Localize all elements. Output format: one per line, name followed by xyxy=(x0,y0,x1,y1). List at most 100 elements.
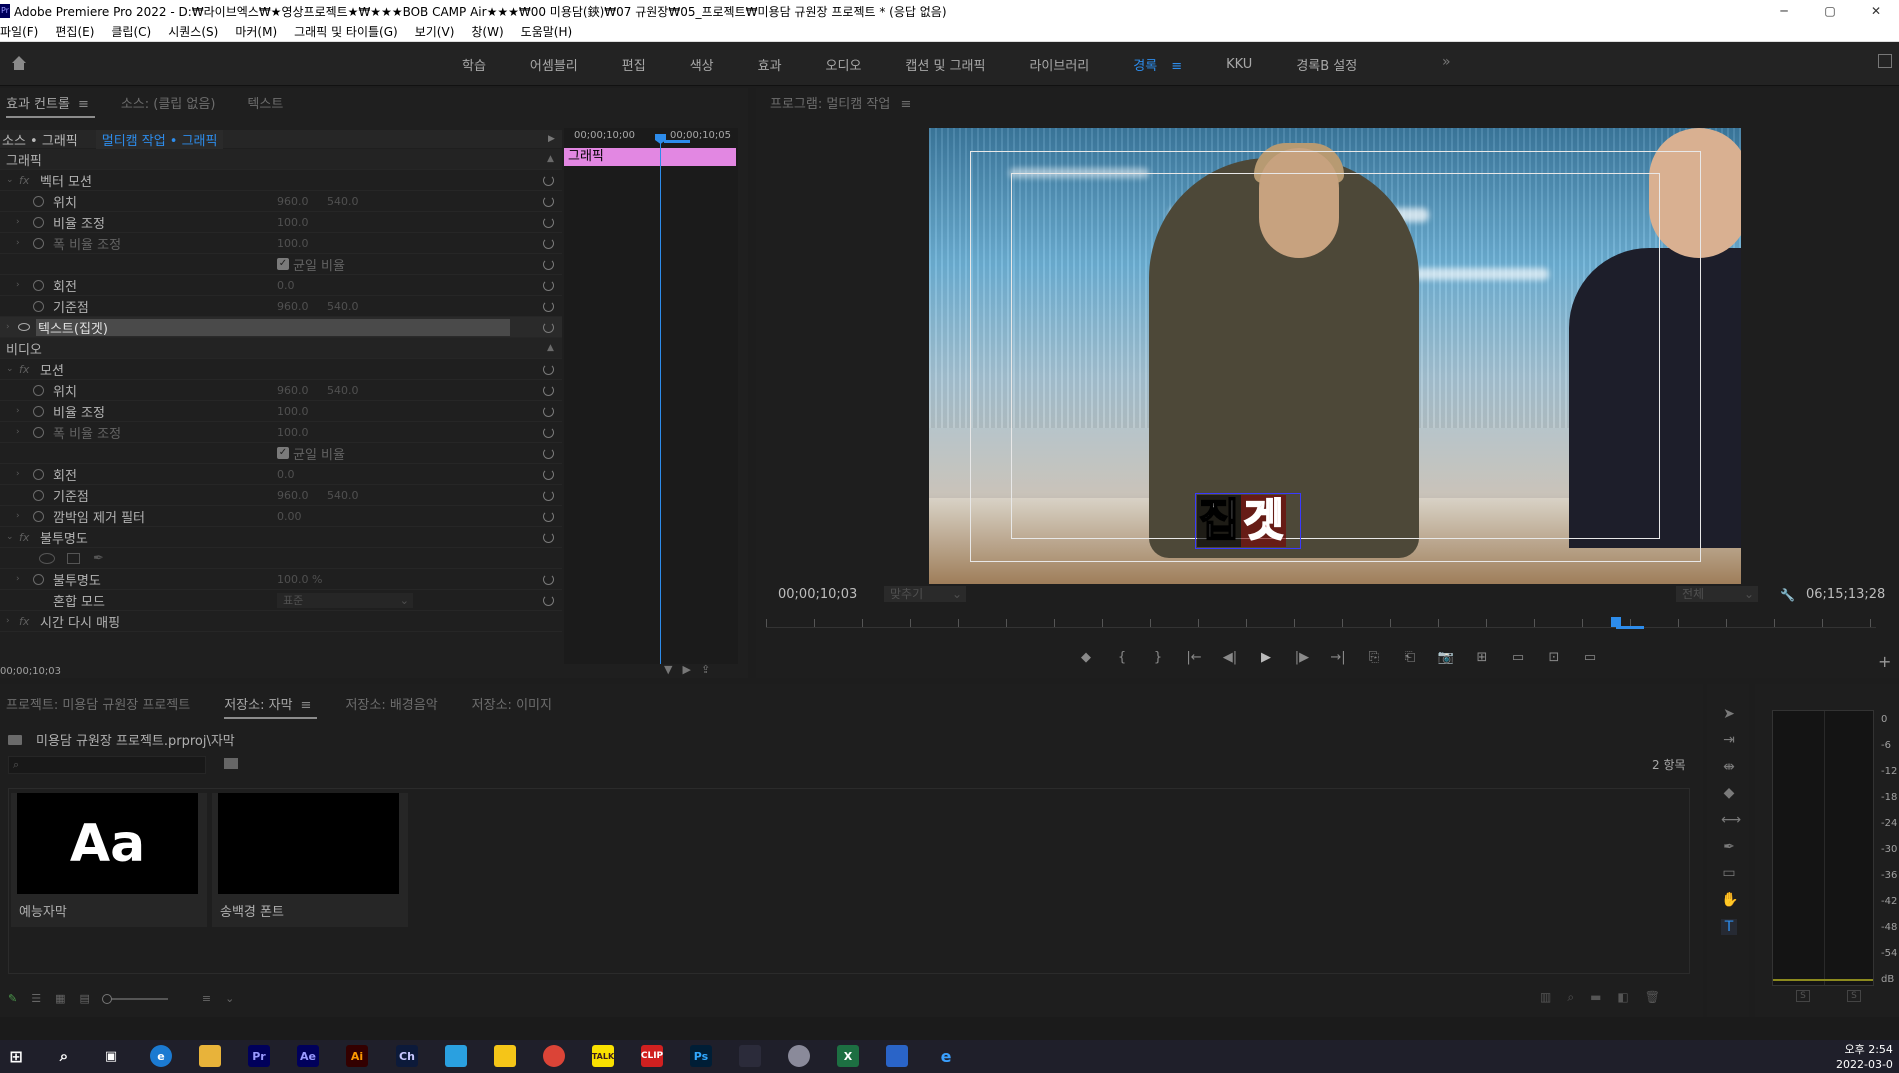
pen-tool-icon[interactable]: ✒ xyxy=(1721,839,1737,855)
home-icon[interactable] xyxy=(10,54,28,72)
razor-tool-icon[interactable]: ◆ xyxy=(1721,785,1737,801)
tab-text[interactable]: 텍스트 xyxy=(241,93,289,112)
stopwatch-icon[interactable] xyxy=(33,216,44,228)
opacity-value[interactable]: 100.0 % xyxy=(277,573,322,586)
export-frame-button[interactable]: 📷 xyxy=(1436,650,1456,665)
collapse-icon[interactable]: ▲ xyxy=(547,154,554,164)
anchor-x-value[interactable]: 960.0 xyxy=(277,489,309,502)
selection-tool-icon[interactable]: ➤ xyxy=(1721,706,1737,722)
tab-bin-images[interactable]: 저장소: 이미지 xyxy=(466,694,558,713)
share-icon[interactable] xyxy=(1878,54,1892,68)
sticky-notes-icon[interactable] xyxy=(494,1045,516,1067)
fx-icon[interactable]: fx xyxy=(19,615,29,628)
reset-icon[interactable] xyxy=(543,510,554,522)
menu-window[interactable]: 창(W) xyxy=(471,23,511,40)
solo-right-button[interactable]: S xyxy=(1847,990,1861,1002)
reset-icon[interactable] xyxy=(543,363,554,375)
freeform-view-icon[interactable]: ▤ xyxy=(80,992,90,1005)
workspace-tab-assembly[interactable]: 어셈블리 xyxy=(530,55,578,74)
rectangle-mask-icon[interactable] xyxy=(67,552,80,564)
menu-edit[interactable]: 편집(E) xyxy=(55,23,102,40)
reset-icon[interactable] xyxy=(543,468,554,480)
menu-file[interactable]: 파일(F) xyxy=(0,23,46,40)
expand-icon[interactable]: ⌄ xyxy=(6,175,14,185)
reset-icon[interactable] xyxy=(543,237,554,249)
bin-item[interactable]: Aa 예능자막 xyxy=(11,793,207,927)
photoshop-icon[interactable]: Ps xyxy=(690,1045,712,1067)
multi-camera-button[interactable]: ⊡ xyxy=(1544,650,1564,665)
icon-view-icon[interactable]: ▦ xyxy=(55,992,65,1005)
app-icon[interactable] xyxy=(445,1045,467,1067)
anchor-y-value[interactable]: 540.0 xyxy=(327,489,359,502)
reset-icon[interactable] xyxy=(543,216,554,228)
find-icon[interactable]: ⌕ xyxy=(1567,990,1574,1005)
reset-icon[interactable] xyxy=(543,300,554,312)
graphic-clip[interactable]: 그래픽 xyxy=(564,148,736,166)
chrome-icon[interactable] xyxy=(543,1045,565,1067)
go-to-in-button[interactable]: |← xyxy=(1184,650,1204,665)
tab-project[interactable]: 프로젝트: 미용담 규원장 프로젝트 xyxy=(0,694,196,713)
premiere-taskbar-icon[interactable]: Pr xyxy=(248,1045,270,1067)
uniform-scale-checkbox[interactable]: ✓ xyxy=(277,447,289,459)
expand-icon[interactable]: › xyxy=(16,469,20,479)
pen-mask-icon[interactable]: ✒ xyxy=(93,551,104,566)
quality-dropdown[interactable]: 전체 ⌄ xyxy=(1676,586,1758,602)
item-label[interactable]: 예능자막 xyxy=(19,901,67,920)
new-item-icon[interactable]: ◧ xyxy=(1617,990,1628,1005)
comparison-view-button[interactable]: ⊞ xyxy=(1472,650,1492,665)
sort-icon[interactable]: ≡ xyxy=(202,992,211,1005)
stopwatch-icon[interactable] xyxy=(33,384,44,396)
lift-button[interactable]: ⎘ xyxy=(1364,650,1384,665)
search-input[interactable]: ⌕ xyxy=(8,756,206,774)
panel-menu-icon[interactable]: ≡ xyxy=(78,97,89,112)
minimize-button[interactable]: ─ xyxy=(1761,0,1807,22)
menu-help[interactable]: 도움말(H) xyxy=(521,23,581,40)
position-x-value[interactable]: 960.0 xyxy=(277,384,309,397)
vr-video-button[interactable]: ▭ xyxy=(1580,650,1600,665)
eye-icon[interactable] xyxy=(18,323,30,331)
reset-icon[interactable] xyxy=(543,321,554,333)
panel-menu-icon[interactable]: ≡ xyxy=(301,698,312,713)
wrench-icon[interactable]: 🔧 xyxy=(1780,588,1795,602)
workspace-overflow-icon[interactable]: » xyxy=(1442,54,1451,70)
workspace-tab-kku[interactable]: KKU xyxy=(1226,57,1252,72)
scale-width-value[interactable]: 100.0 xyxy=(277,426,309,439)
flicker-value[interactable]: 0.00 xyxy=(277,510,302,523)
expand-icon[interactable]: › xyxy=(16,238,20,248)
clip-icon[interactable]: CLIP xyxy=(641,1045,663,1067)
button-editor-add[interactable]: + xyxy=(1878,652,1891,671)
menu-sequence[interactable]: 시퀀스(S) xyxy=(168,23,226,40)
bin-item[interactable]: 송백경 폰트 xyxy=(212,793,408,927)
effect-controls-timecode[interactable]: 00;00;10;03 xyxy=(0,666,61,677)
app-icon[interactable] xyxy=(739,1045,761,1067)
caption-text[interactable]: 집 겟 xyxy=(1197,494,1299,547)
character-animator-icon[interactable]: Ch xyxy=(396,1045,418,1067)
pencil-icon[interactable]: ✎ xyxy=(8,992,17,1005)
hand-tool-icon[interactable]: ✋ xyxy=(1721,892,1738,908)
effect-motion[interactable]: ⌄ fx 모션 xyxy=(0,359,562,380)
automate-to-sequence-icon[interactable]: ▥ xyxy=(1540,990,1551,1005)
workspace-tab-gyeongrok[interactable]: 경록 ≡ xyxy=(1133,55,1182,74)
thumbnail-zoom-slider[interactable] xyxy=(101,993,168,1004)
uniform-scale-checkbox[interactable]: ✓ xyxy=(277,258,289,270)
play-button[interactable]: ▶ xyxy=(1256,650,1276,665)
reset-icon[interactable] xyxy=(543,405,554,417)
workspace-tab-libraries[interactable]: 라이브러리 xyxy=(1029,55,1089,74)
rectangle-tool-icon[interactable]: ▭ xyxy=(1721,865,1737,881)
track-select-tool-icon[interactable]: ⇥ xyxy=(1721,732,1737,748)
task-view-icon[interactable]: ▣ xyxy=(100,1045,122,1067)
position-y-value[interactable]: 540.0 xyxy=(327,195,359,208)
effect-vector-motion[interactable]: ⌄ fx 벡터 모션 xyxy=(0,170,562,191)
rotation-value[interactable]: 0.0 xyxy=(277,468,295,481)
expand-icon[interactable]: › xyxy=(6,322,10,332)
stopwatch-icon[interactable] xyxy=(33,237,44,249)
program-video-frame[interactable]: 집 겟 xyxy=(929,128,1741,584)
maximize-button[interactable]: ▢ xyxy=(1807,0,1853,22)
effect-time-remap[interactable]: › fx 시간 다시 매핑 xyxy=(0,611,562,632)
stopwatch-icon[interactable] xyxy=(33,300,44,312)
ellipse-mask-icon[interactable] xyxy=(39,552,55,564)
effect-controls-timeline[interactable]: 00;00;10;00 00;00;10;05 그래픽 xyxy=(564,128,738,664)
mark-in-button[interactable]: { xyxy=(1112,650,1132,665)
play-audio-icon[interactable]: ▶ xyxy=(682,663,690,676)
go-to-out-button[interactable]: →| xyxy=(1328,650,1348,665)
